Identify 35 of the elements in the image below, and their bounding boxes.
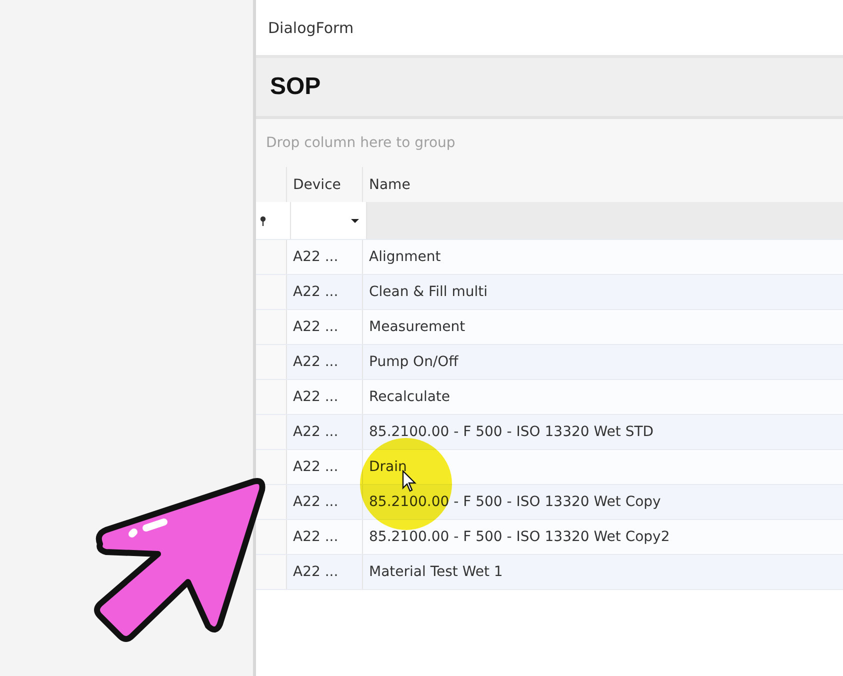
table-row[interactable]: A22 ... Clean & Fill multi: [256, 275, 843, 310]
table-cell: A22 ...: [287, 380, 363, 414]
table-cell: A22 ...: [287, 520, 363, 554]
table-cell-text: Material Test Wet 1: [368, 563, 503, 582]
table-row[interactable]: A22 ... Pump On/Off: [256, 345, 843, 380]
table-cell: A22 ...: [287, 415, 363, 449]
table-cell-text: 85.2100.00 - F 500 - ISO 13320 Wet STD: [368, 423, 654, 442]
pin-icon: [260, 216, 266, 226]
table-row[interactable]: A22 ... Alignment: [256, 240, 843, 275]
table-row[interactable]: A22 ... 85.2100.00 - F 500 - ISO 13320 Wet STD: [256, 415, 843, 450]
mouse-cursor-icon: [402, 470, 418, 494]
dropdown-arrow-icon: [350, 218, 360, 224]
table-cell-text: Pump On/Off: [368, 353, 458, 372]
window-title: DialogForm: [268, 18, 354, 36]
table-row[interactable]: A22 ... 85.2100.00 - F 500 - ISO 13320 Wet Copy2: [256, 520, 843, 555]
table-cell: A22 ...: [287, 275, 363, 309]
table-cell-text: Recalculate: [368, 388, 450, 407]
table-cell-text: Alignment: [368, 248, 441, 267]
table-cell-text: Clean & Fill multi: [368, 283, 488, 302]
column-header[interactable]: Name: [363, 167, 410, 202]
table-cell: A22 ...: [287, 240, 363, 274]
table-cell-text: Measurement: [368, 318, 466, 337]
table-row[interactable]: A22 ... Recalculate: [256, 380, 843, 415]
table-cell: A22 ...: [287, 345, 363, 379]
row-indicator[interactable]: [256, 450, 287, 484]
group-panel-hint: Drop column here to group: [266, 135, 456, 151]
table-cell: A22 ...: [287, 555, 363, 589]
panel-title: SOP: [270, 73, 321, 101]
table-cell-text: Drain: [368, 458, 407, 477]
table-cell-text: 85.2100.00 - F 500 - ISO 13320 Wet Copy2: [368, 528, 670, 547]
table-row[interactable]: A22 ... Material Test Wet 1: [256, 555, 843, 590]
table-row[interactable]: A22 ... Measurement: [256, 310, 843, 345]
table-cell: A22 ...: [287, 310, 363, 344]
table-cell-text: 85.2100.00 - F 500 - ISO 13320 Wet Copy: [368, 493, 661, 512]
filter-dropdown[interactable]: [291, 202, 367, 239]
